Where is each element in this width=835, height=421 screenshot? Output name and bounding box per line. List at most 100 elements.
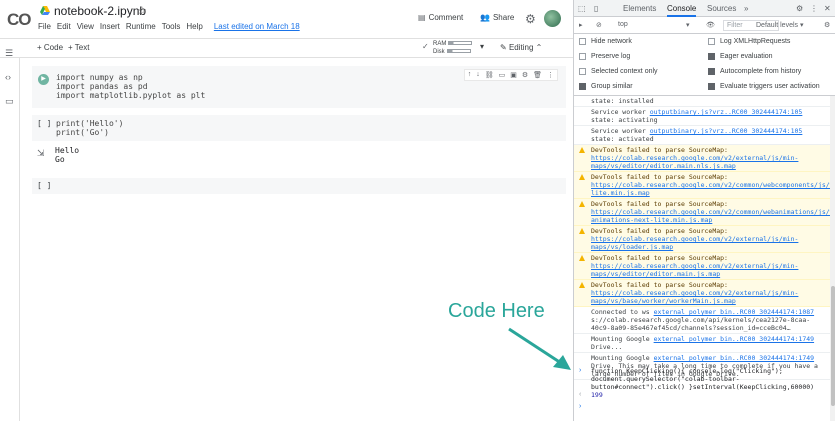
resources-indicator[interactable]: RAM Disk — [433, 40, 473, 56]
devtools-tabs: ⬚ ▯ Elements Console Sources » ⚙ ⋮ ✕ — [574, 0, 835, 17]
ram-bar — [448, 41, 473, 46]
log-xhr-option[interactable]: Log XMLHttpRequests — [708, 38, 790, 45]
checkbox[interactable] — [708, 83, 715, 90]
edit-cell-icon[interactable]: ▣ — [510, 71, 517, 79]
comment-button[interactable]: ▤ Comment — [418, 13, 463, 22]
menu-icon[interactable]: ☰ — [5, 48, 13, 59]
run-cell-button[interactable]: ▶ — [38, 74, 49, 85]
delete-icon[interactable]: 🗑 — [533, 71, 542, 79]
scrollbar-thumb[interactable] — [831, 286, 835, 406]
tab-console[interactable]: Console — [667, 4, 697, 17]
checkbox[interactable] — [708, 68, 715, 75]
gear-icon[interactable]: ⚙ — [525, 12, 536, 26]
console-input-prompt[interactable]: › — [579, 403, 581, 410]
levels-select[interactable]: Default levels ▾ — [756, 21, 803, 29]
cell-run-bracket[interactable]: [ ] — [37, 181, 51, 190]
notebook-title[interactable]: notebook-2.ipynb — [54, 4, 146, 18]
source-link[interactable]: https://colab.research.google.com/v2/ext… — [591, 154, 798, 170]
prompt-icon: › — [579, 367, 582, 374]
source-link[interactable]: https://colab.research.google.com/v2/com… — [591, 208, 830, 224]
console-output[interactable]: state: installed Service worker outputbin… — [574, 96, 830, 421]
editing-mode[interactable]: ✎ Editing ⌃ — [500, 43, 542, 52]
sidebar-toggle-icon[interactable]: ▸ — [579, 21, 583, 29]
devtools-panel: ⬚ ▯ Elements Console Sources » ⚙ ⋮ ✕ ▸ ⊘… — [573, 0, 835, 421]
more-icon[interactable]: ⋮ — [547, 71, 554, 79]
folder-icon[interactable]: ▭ — [5, 96, 14, 107]
star-icon[interactable]: ☆ — [137, 4, 147, 17]
user-activation-option[interactable]: Evaluate triggers user activation — [708, 83, 820, 90]
code-cell[interactable]: [ ] print('Hello') print('Go') — [32, 115, 566, 141]
checkbox[interactable] — [579, 68, 586, 75]
context-select[interactable]: top — [618, 21, 628, 28]
tab-elements[interactable]: Elements — [623, 4, 656, 13]
menu-view[interactable]: View — [77, 22, 94, 31]
source-link[interactable]: external_polymer_bin..RC00_302444174:174… — [654, 354, 814, 362]
option-label: Evaluate triggers user activation — [720, 83, 820, 90]
cell-settings-icon[interactable]: ⚙ — [522, 71, 528, 79]
code-line: import matplotlib.pyplot as plt — [56, 91, 206, 100]
log-text: DevTools failed to parse SourceMap: — [591, 281, 728, 289]
source-link[interactable]: outputbinary.js?vrz..RC00_302444174:105 — [650, 108, 803, 116]
source-link[interactable]: external_polymer_bin..RC00_302444174:174… — [654, 335, 814, 343]
checkbox[interactable] — [579, 83, 586, 90]
source-link[interactable]: https://colab.research.google.com/v2/ext… — [591, 289, 798, 305]
colab-logo[interactable]: CO — [7, 10, 31, 30]
console-warning: DevTools failed to parse SourceMap: http… — [574, 172, 830, 199]
cell-output: Hello Go — [55, 146, 79, 164]
cell-run-bracket[interactable]: [ ] — [37, 119, 51, 128]
selected-context-option[interactable]: Selected context only — [579, 68, 658, 75]
device-toolbar-icon[interactable]: ▯ — [594, 4, 598, 13]
source-link[interactable]: https://colab.research.google.com/v2/com… — [591, 181, 830, 197]
autocomplete-option[interactable]: Autocomplete from history — [708, 68, 801, 75]
ram-label: RAM — [433, 41, 447, 47]
console-settings: Hide network Preserve log Selected conte… — [574, 34, 835, 96]
code-cell[interactable]: [ ] — [32, 178, 566, 194]
preserve-log-option[interactable]: Preserve log — [579, 53, 630, 60]
menu-file[interactable]: File — [38, 22, 51, 31]
menu-bar: File Edit View Insert Runtime Tools Help… — [38, 22, 300, 31]
move-down-icon[interactable]: ↓ — [476, 71, 480, 79]
checkbox[interactable] — [708, 38, 715, 45]
source-link[interactable]: outputbinary.js?vrz..RC00_302444174:105 — [650, 127, 803, 135]
inspect-icon[interactable]: ⬚ — [578, 4, 586, 13]
output-icon[interactable]: ⇲ — [37, 148, 45, 159]
menu-edit[interactable]: Edit — [57, 22, 71, 31]
source-link[interactable]: https://colab.research.google.com/v2/ext… — [591, 235, 798, 251]
source-link[interactable]: external_polymer_bin..RC00_302444174:108… — [654, 308, 814, 316]
tab-sources[interactable]: Sources — [707, 4, 736, 13]
clear-console-icon[interactable]: ⊘ — [596, 21, 602, 29]
link-icon[interactable]: ⛓ — [485, 71, 494, 79]
checkbox[interactable] — [579, 53, 586, 60]
comment-cell-icon[interactable]: ▭ — [499, 71, 506, 79]
checkbox[interactable] — [579, 38, 586, 45]
eye-icon[interactable]: 👁 — [706, 21, 715, 29]
menu-insert[interactable]: Insert — [100, 22, 120, 31]
eager-eval-option[interactable]: Eager evaluation — [708, 53, 773, 60]
hide-network-option[interactable]: Hide network — [579, 38, 632, 45]
code-snippets-icon[interactable]: ‹› — [5, 72, 11, 82]
checkbox[interactable] — [708, 53, 715, 60]
last-edited-link[interactable]: Last edited on March 18 — [214, 22, 300, 31]
devtools-menu-icon[interactable]: ⋮ — [810, 4, 818, 13]
share-button[interactable]: 👥 Share — [480, 13, 514, 22]
code-cell[interactable]: ▶ ↑ ↓ ⛓ ▭ ▣ ⚙ 🗑 ⋮ import numpy as np imp… — [32, 66, 566, 108]
console-settings-icon[interactable]: ⚙ — [824, 21, 830, 29]
notebook-toolbar: + Code + Text ✓ RAM Disk ▾ ✎ Editing ⌃ — [0, 38, 573, 58]
chevron-down-icon[interactable]: ▾ — [480, 42, 484, 51]
devtools-settings-icon[interactable]: ⚙ — [796, 4, 803, 13]
menu-runtime[interactable]: Runtime — [126, 22, 156, 31]
group-similar-option[interactable]: Group similar — [579, 83, 633, 90]
menu-tools[interactable]: Tools — [162, 22, 181, 31]
share-label: Share — [492, 13, 515, 22]
avatar[interactable] — [544, 10, 561, 27]
source-link[interactable]: https://colab.research.google.com/v2/ext… — [591, 262, 798, 278]
add-text-button[interactable]: + Text — [68, 43, 89, 52]
option-label: Preserve log — [591, 53, 631, 60]
close-icon[interactable]: ✕ — [824, 4, 831, 13]
add-code-button[interactable]: + Code — [37, 43, 63, 52]
context-dropdown-icon[interactable]: ▾ — [686, 21, 690, 29]
move-up-icon[interactable]: ↑ — [468, 71, 472, 79]
more-tabs-icon[interactable]: » — [744, 4, 748, 13]
console-scrollbar[interactable] — [830, 96, 835, 421]
menu-help[interactable]: Help — [186, 22, 202, 31]
